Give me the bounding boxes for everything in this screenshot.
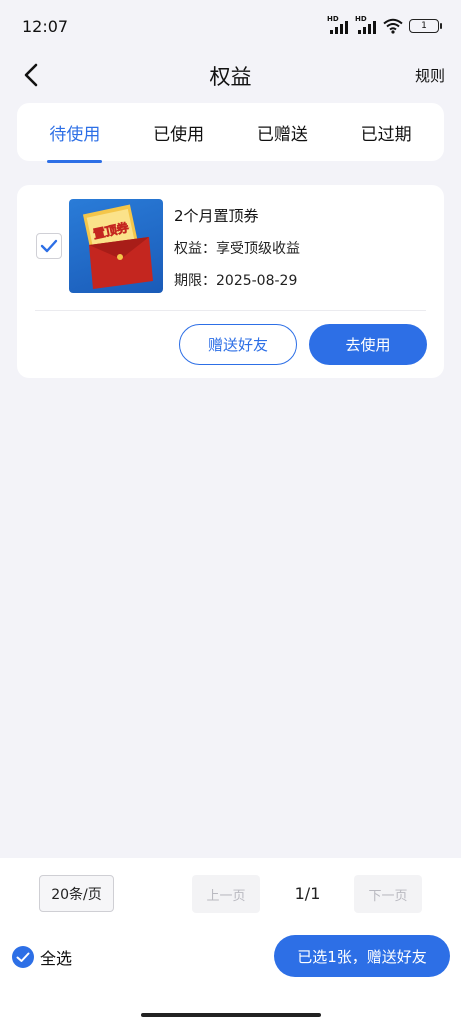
select-all-label: 全选: [40, 949, 73, 968]
checked-circle-icon: [12, 946, 34, 968]
rules-link[interactable]: 规则: [415, 65, 445, 86]
nav-bar: 权益 规则: [0, 52, 461, 98]
coupon-name: 2个月置顶券: [174, 207, 259, 225]
divider: [35, 310, 426, 311]
status-icons: HD HD 1: [327, 15, 442, 34]
signal-icon: HD: [327, 15, 349, 34]
coupon-info: 2个月置顶券 权益：享受顶级收益 期限：2025-08-29: [174, 205, 300, 302]
tab-used[interactable]: 已使用: [149, 114, 208, 151]
status-bar: 12:07 HD HD 1: [0, 0, 461, 52]
battery-icon: 1: [409, 19, 442, 33]
tab-unused[interactable]: 待使用: [45, 114, 104, 163]
gift-selected-button[interactable]: 已选1张，赠送好友: [274, 935, 450, 977]
prev-page-button[interactable]: 上一页: [192, 875, 260, 913]
bottom-panel: 20条/页 上一页 1/1 下一页 全选 已选1张，赠送好友: [0, 858, 461, 1024]
use-button[interactable]: 去使用: [309, 324, 427, 365]
page-size-select[interactable]: 20条/页: [39, 875, 114, 912]
status-time: 12:07: [22, 16, 69, 36]
home-indicator[interactable]: [141, 1013, 321, 1017]
wifi-icon: [383, 18, 403, 34]
next-page-button[interactable]: 下一页: [354, 875, 422, 913]
tab-expired[interactable]: 已过期: [357, 114, 416, 151]
coupon-expiry: 期限：2025-08-29: [174, 273, 298, 289]
page-indicator: 1/1: [294, 884, 321, 903]
check-icon: [40, 239, 58, 253]
coupon-benefit: 权益：享受顶级收益: [174, 241, 300, 257]
page-title: 权益: [209, 65, 252, 89]
tab-bar: 待使用 已使用 已赠送 已过期: [17, 103, 444, 163]
tab-gifted[interactable]: 已赠送: [253, 114, 312, 151]
coupon-checkbox[interactable]: [36, 233, 62, 259]
coupon-image: 置顶券: [69, 199, 163, 293]
coupon-card: 置顶券 2个月置顶券 权益：享受顶级收益 期限：2025-08-29 赠送好友 …: [17, 185, 444, 378]
gift-friend-button[interactable]: 赠送好友: [179, 324, 297, 365]
select-all-toggle[interactable]: 全选: [12, 945, 72, 969]
signal-icon: HD: [355, 15, 377, 34]
coupon-envelope-icon: 置顶券: [82, 204, 153, 289]
battery-level: 1: [421, 21, 427, 31]
